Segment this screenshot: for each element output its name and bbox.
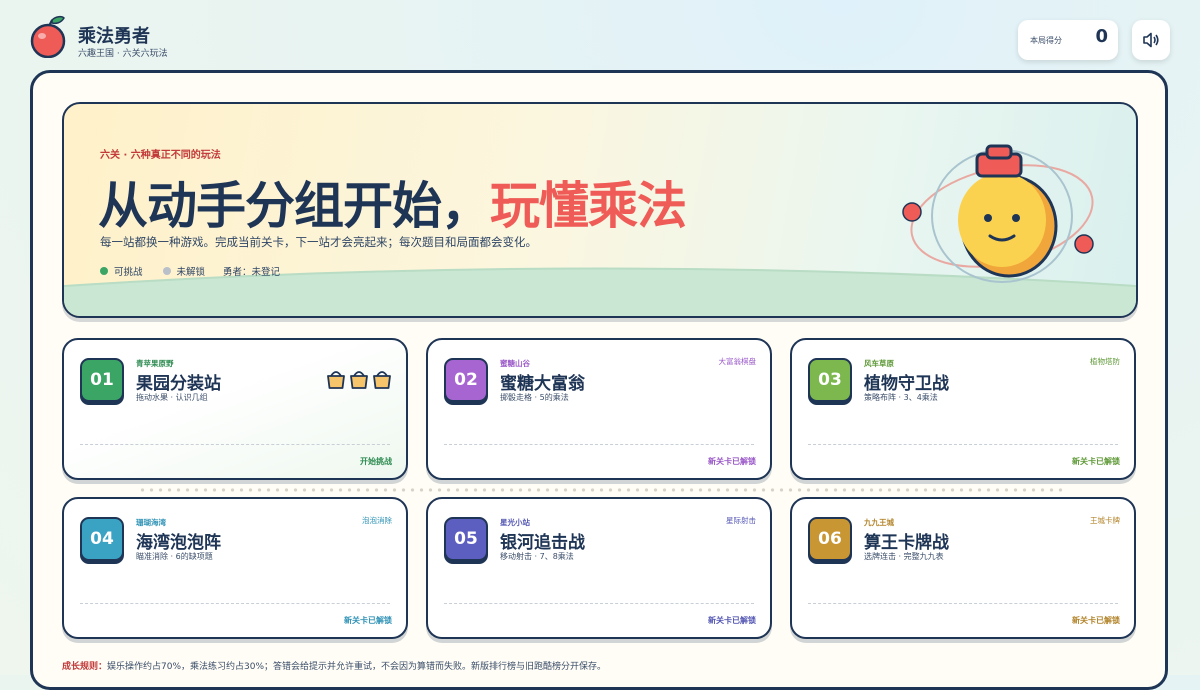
card-divider <box>808 444 1118 445</box>
level-card-01[interactable]: 01 青苹果原野 果园分装站 拖动水果 · 认识几组 开始挑战 <box>62 338 408 480</box>
level-region: 星光小站 <box>500 518 530 527</box>
card-divider <box>80 444 390 445</box>
legend: 可挑战 未解锁 勇者：未登记 <box>100 264 280 278</box>
hero-title-accent: 玩懂乘法 <box>490 177 687 235</box>
level-game-tag: 植物塔防 <box>1090 357 1120 366</box>
score-value: 0 <box>1095 26 1108 47</box>
footer-text: 娱乐操作约占70%，乘法练习约占30%；答错会给提示并允许重试，不会因为算错而失… <box>107 662 607 672</box>
level-title: 海湾泡泡阵 <box>136 533 221 553</box>
hero-title-main: 从动手分组开始， <box>98 177 491 235</box>
level-subtitle: 移动射击 · 7、8乘法 <box>500 552 574 561</box>
card-row-divider <box>138 488 1064 492</box>
level-region: 九九王城 <box>864 518 894 527</box>
level-status[interactable]: 开始挑战 <box>360 456 392 467</box>
apple-logo-icon <box>30 15 66 58</box>
level-number-badge: 04 <box>80 517 124 561</box>
hero-mascot-icon <box>902 144 1094 283</box>
level-card-06[interactable]: 06 九九王城 算王卡牌战 选牌连击 · 完整九九表 王城卡牌 新关卡已解锁 <box>790 497 1136 639</box>
level-number-badge: 06 <box>808 517 852 561</box>
level-region: 风车草原 <box>864 359 894 368</box>
legend-available: 可挑战 <box>114 267 143 278</box>
level-game-tag: 星际射击 <box>726 516 756 525</box>
footer-rules: 成长规则：娱乐操作约占70%，乘法练习约占30%；答错会给提示并允许重试，不会因… <box>62 659 606 672</box>
hero-banner: 六关 · 六种真正不同的玩法 从动手分组开始，玩懂乘法 每一站都换一种游戏。完成… <box>62 102 1138 318</box>
legend-hero-status: 勇者：未登记 <box>223 267 281 278</box>
hero-kicker: 六关 · 六种真正不同的玩法 <box>100 150 221 161</box>
level-subtitle: 拖动水果 · 认识几组 <box>136 393 208 402</box>
level-subtitle: 策略布阵 · 3、4乘法 <box>864 393 938 402</box>
level-card-02[interactable]: 02 蜜糖山谷 蜜糖大富翁 掷骰走格 · 5的乘法 大富翁棋盘 新关卡已解锁 <box>426 338 772 480</box>
hero-description: 每一站都换一种游戏。完成当前关卡，下一站才会亮起来；每次题目和局面都会变化。 <box>100 235 537 249</box>
app-title: 乘法勇者 <box>78 26 150 47</box>
level-number-badge: 03 <box>808 358 852 402</box>
level-subtitle: 选牌连击 · 完整九九表 <box>864 552 944 561</box>
hero-title: 从动手分组开始，玩懂乘法 <box>98 166 687 238</box>
card-divider <box>808 603 1118 604</box>
basket-icon <box>373 371 391 389</box>
level-number-badge: 05 <box>444 517 488 561</box>
level-title: 银河追击战 <box>500 533 585 553</box>
card-divider <box>444 603 754 604</box>
level-subtitle: 瞄准消除 · 6的缺项题 <box>136 552 213 561</box>
level-number-badge: 01 <box>80 358 124 402</box>
level-status[interactable]: 新关卡已解锁 <box>1072 456 1120 467</box>
score-display: 本局得分 0 <box>1018 20 1118 60</box>
level-status[interactable]: 新关卡已解锁 <box>708 615 756 626</box>
speaker-icon <box>1143 32 1159 48</box>
card-divider <box>80 603 390 604</box>
level-status[interactable]: 新关卡已解锁 <box>1072 615 1120 626</box>
level-number-badge: 02 <box>444 358 488 402</box>
level-game-tag: 王城卡牌 <box>1090 516 1120 525</box>
basket-icon <box>350 371 368 389</box>
level-region: 青苹果原野 <box>136 359 174 368</box>
level-card-05[interactable]: 05 星光小站 银河追击战 移动射击 · 7、8乘法 星际射击 新关卡已解锁 <box>426 497 772 639</box>
level-title: 植物守卫战 <box>864 374 949 394</box>
score-label: 本局得分 <box>1030 36 1062 45</box>
legend-locked: 未解锁 <box>176 267 206 278</box>
level-region: 蜜糖山谷 <box>500 359 530 368</box>
level-subtitle: 掷骰走格 · 5的乘法 <box>500 393 569 402</box>
level-card-04[interactable]: 04 珊瑚海湾 海湾泡泡阵 瞄准消除 · 6的缺项题 泡泡消除 新关卡已解锁 <box>62 497 408 639</box>
level-card-03[interactable]: 03 风车草原 植物守卫战 策略布阵 · 3、4乘法 植物塔防 新关卡已解锁 <box>790 338 1136 480</box>
level-status[interactable]: 新关卡已解锁 <box>708 456 756 467</box>
level-title: 果园分装站 <box>136 374 221 394</box>
level-status[interactable]: 新关卡已解锁 <box>344 615 392 626</box>
locked-dot-icon <box>162 267 171 275</box>
level-game-tag: 泡泡消除 <box>362 516 392 525</box>
level-region: 珊瑚海湾 <box>136 518 166 527</box>
app-subtitle: 六趣王国 · 六关六玩法 <box>78 49 168 59</box>
level-game-tag: 大富翁棋盘 <box>718 357 757 366</box>
basket-icon <box>327 371 345 389</box>
level-title: 算王卡牌战 <box>864 533 949 553</box>
sound-toggle-button[interactable] <box>1132 20 1170 60</box>
basket-icons <box>326 368 392 390</box>
card-divider <box>444 444 754 445</box>
level-title: 蜜糖大富翁 <box>500 374 585 394</box>
footer-label: 成长规则： <box>62 662 108 672</box>
available-dot-icon <box>100 267 108 275</box>
